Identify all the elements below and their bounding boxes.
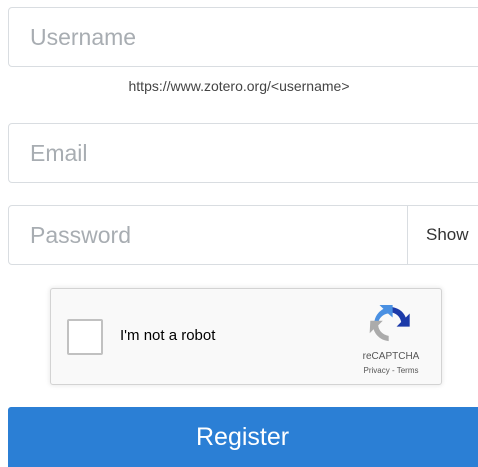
recaptcha-terms-link[interactable]: Terms: [397, 366, 419, 375]
password-input[interactable]: [9, 206, 407, 264]
registration-page: { "form": { "username": { "value": "", "…: [0, 0, 478, 467]
username-field-container: [8, 7, 478, 67]
username-url-hint: https://www.zotero.org/<username>: [128, 78, 350, 94]
username-input[interactable]: [9, 8, 478, 66]
show-password-button[interactable]: Show: [407, 206, 478, 264]
recaptcha-widget: I'm not a robot reCAPTCHA Privacy - Term…: [50, 288, 442, 385]
recaptcha-privacy-link[interactable]: Privacy: [364, 366, 390, 375]
email-field-container: [8, 123, 478, 183]
recaptcha-logo-icon: [369, 304, 410, 342]
email-input[interactable]: [9, 124, 478, 182]
recaptcha-checkbox[interactable]: [67, 319, 103, 355]
recaptcha-checkbox-label: I'm not a robot: [120, 327, 216, 344]
register-button[interactable]: Register: [8, 407, 478, 467]
recaptcha-links: Privacy - Terms: [341, 366, 441, 375]
recaptcha-links-separator: -: [389, 366, 397, 375]
password-field-container: Show: [8, 205, 478, 265]
recaptcha-brand: reCAPTCHA: [362, 351, 420, 362]
